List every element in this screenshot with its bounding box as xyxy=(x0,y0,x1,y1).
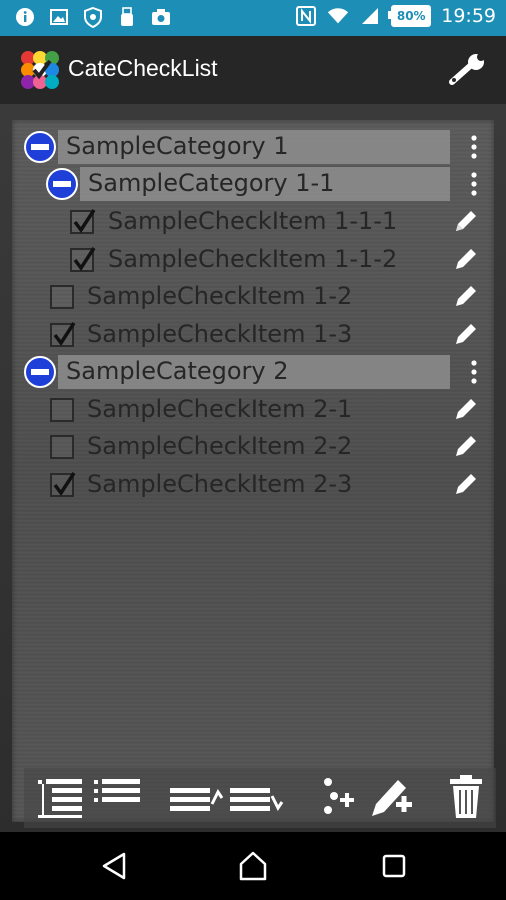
check-item-row[interactable]: SampleCheckItem 2-1 xyxy=(12,391,494,428)
expand-all-icon[interactable] xyxy=(34,774,86,820)
check-item-row[interactable]: SampleCheckItem 1-3 xyxy=(12,316,494,353)
pencil-icon[interactable] xyxy=(452,432,480,460)
status-bar: 80% 19:59 xyxy=(0,0,506,36)
check-item-label: SampleCheckItem 2-1 xyxy=(87,395,353,423)
action-bar: CateCheckList xyxy=(0,36,506,106)
checkbox-checked[interactable] xyxy=(70,247,96,272)
checkbox-checked[interactable] xyxy=(50,472,76,497)
add-category-icon[interactable] xyxy=(318,774,358,820)
wifi-icon xyxy=(327,5,349,27)
more-vert-icon[interactable] xyxy=(468,171,480,197)
battery-icon: 80% xyxy=(388,5,432,27)
bottom-toolbar xyxy=(24,768,496,828)
category-row[interactable]: SampleCategory 2 xyxy=(12,353,494,390)
check-item-label: SampleCheckItem 2-2 xyxy=(87,432,353,460)
check-item-row[interactable]: SampleCheckItem 2-3 xyxy=(12,466,494,503)
check-item-label: SampleCheckItem 1-3 xyxy=(87,320,353,348)
navigation-bar xyxy=(0,832,506,900)
pencil-icon[interactable] xyxy=(452,207,480,235)
category-label: SampleCategory 1-1 xyxy=(88,169,335,197)
check-item-row[interactable]: SampleCheckItem 2-2 xyxy=(12,428,494,465)
pencil-icon[interactable] xyxy=(452,470,480,498)
category-row[interactable]: SampleCategory 1 xyxy=(12,128,494,165)
recents-icon[interactable] xyxy=(376,848,412,884)
checkbox-unchecked[interactable] xyxy=(50,398,74,422)
collapse-minus-icon[interactable] xyxy=(24,131,56,163)
checkbox-checked[interactable] xyxy=(70,209,96,234)
check-item-label: SampleCheckItem 1-2 xyxy=(87,282,353,310)
pencil-icon[interactable] xyxy=(452,395,480,423)
check-item-row[interactable]: SampleCheckItem 1-2 xyxy=(12,278,494,315)
clock: 19:59 xyxy=(441,5,496,27)
category-row[interactable]: SampleCategory 1-1 xyxy=(12,165,494,202)
pencil-icon[interactable] xyxy=(452,245,480,273)
check-item-label: SampleCheckItem 1-1-2 xyxy=(108,245,398,273)
check-item-row[interactable]: SampleCheckItem 1-1-2 xyxy=(12,241,494,278)
add-item-icon[interactable] xyxy=(368,774,418,820)
check-item-row[interactable]: SampleCheckItem 1-1-1 xyxy=(12,203,494,240)
info-icon xyxy=(14,6,36,28)
wrench-icon[interactable] xyxy=(448,52,490,88)
shield-icon xyxy=(82,6,104,28)
image-icon xyxy=(48,6,70,28)
check-item-label: SampleCheckItem 2-3 xyxy=(87,470,353,498)
category-label: SampleCategory 2 xyxy=(66,357,289,385)
content-area: SampleCategory 1 SampleCategory 1-1 Samp… xyxy=(0,104,506,832)
more-vert-icon[interactable] xyxy=(468,359,480,385)
more-vert-icon[interactable] xyxy=(468,134,480,160)
usb-icon xyxy=(116,6,138,28)
checkbox-unchecked[interactable] xyxy=(50,285,74,309)
category-label: SampleCategory 1 xyxy=(66,132,289,160)
camera-icon xyxy=(150,6,172,28)
trash-icon[interactable] xyxy=(446,774,486,820)
check-item-label: SampleCheckItem 1-1-1 xyxy=(108,207,398,235)
pencil-icon[interactable] xyxy=(452,282,480,310)
checklist-panel: SampleCategory 1 SampleCategory 1-1 Samp… xyxy=(12,120,496,828)
move-up-icon[interactable] xyxy=(168,774,224,820)
collapse-all-icon[interactable] xyxy=(92,774,142,820)
app-title: CateCheckList xyxy=(68,55,218,81)
checkbox-unchecked[interactable] xyxy=(50,435,74,459)
signal-icon xyxy=(359,5,381,27)
app-logo-icon xyxy=(21,51,59,89)
checkbox-checked[interactable] xyxy=(50,322,76,347)
collapse-minus-icon[interactable] xyxy=(46,168,78,200)
collapse-minus-icon[interactable] xyxy=(24,356,56,388)
pencil-icon[interactable] xyxy=(452,320,480,348)
back-icon[interactable] xyxy=(96,848,132,884)
home-icon[interactable] xyxy=(235,848,271,884)
nfc-icon xyxy=(295,5,317,27)
move-down-icon[interactable] xyxy=(228,774,284,820)
